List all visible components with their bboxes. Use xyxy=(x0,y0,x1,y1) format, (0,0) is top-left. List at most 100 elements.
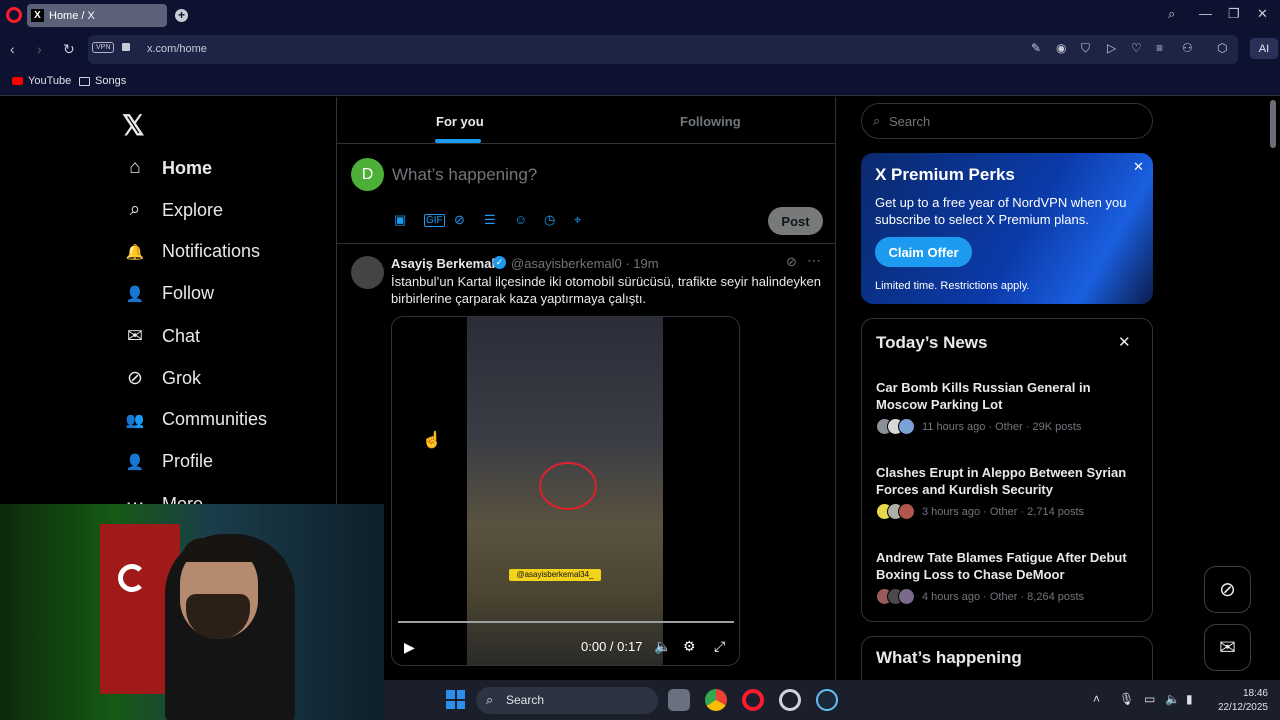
nav-explore[interactable]: ⌕ Explore xyxy=(124,199,223,221)
reload-icon[interactable]: ↻ xyxy=(63,41,75,58)
microphone-icon[interactable]: 🎙 xyxy=(1119,692,1134,706)
premium-title: X Premium Perks xyxy=(875,165,1015,184)
compose-input[interactable]: What’s happening? xyxy=(392,165,537,185)
image-icon[interactable]: ▣ xyxy=(394,212,406,228)
post-button[interactable]: Post xyxy=(768,207,823,235)
highlight-circle xyxy=(539,462,597,510)
news-item-headline[interactable]: Clashes Erupt in Aleppo Between Syrian F… xyxy=(876,464,1144,498)
video-time: 0:00 / 0:17 xyxy=(581,639,643,654)
steam-icon[interactable] xyxy=(816,689,838,711)
tweet-handle[interactable]: @asayisberkemal0 · 19m xyxy=(511,256,659,271)
close-window-icon[interactable]: ✕ xyxy=(1257,6,1268,22)
vpn-badge[interactable]: VPN xyxy=(92,42,115,53)
nav-notifications[interactable]: 🔔 Notifications xyxy=(124,241,260,262)
x-logo-icon[interactable]: 𝕏 xyxy=(122,109,145,142)
nav-home[interactable]: ⌂ Home xyxy=(124,157,212,179)
browser-tab-active[interactable]: X Home / X xyxy=(27,4,167,27)
account-icon[interactable]: ⚇ xyxy=(1182,41,1193,55)
schedule-icon[interactable]: ◷ xyxy=(544,212,555,228)
bookmark-songs[interactable]: Songs xyxy=(79,75,126,87)
battery-icon[interactable]: ▮ xyxy=(1186,692,1193,706)
nav-chat[interactable]: ✉ Chat xyxy=(124,325,200,348)
active-tab-indicator xyxy=(435,139,481,143)
news-item-meta: 3 hours ago · Other · 2,714 posts xyxy=(922,506,1085,518)
back-icon[interactable]: ‹ xyxy=(10,41,15,57)
premium-footer: Limited time. Restrictions apply. xyxy=(875,280,1030,292)
new-tab-button[interactable]: + xyxy=(175,9,188,22)
tweet-avatar[interactable] xyxy=(351,256,384,289)
restore-icon[interactable]: ❐ xyxy=(1228,6,1240,22)
settings-icon[interactable]: ⚙ xyxy=(683,638,696,655)
heart-icon[interactable]: ♡ xyxy=(1131,41,1142,55)
ai-button[interactable]: AI xyxy=(1250,38,1278,59)
claim-offer-button[interactable]: Claim Offer xyxy=(875,237,972,267)
avatar[interactable]: D xyxy=(351,158,384,191)
nav-label: Follow xyxy=(162,283,215,303)
bookmark-youtube[interactable]: YouTube xyxy=(12,75,71,87)
taskbar-search-label[interactable]: Search xyxy=(506,693,544,707)
windows-start-icon[interactable] xyxy=(446,690,465,709)
minimize-icon[interactable]: — xyxy=(1199,6,1212,21)
shield-icon[interactable]: ⛉ xyxy=(1081,41,1090,56)
chrome-icon[interactable] xyxy=(705,689,727,711)
news-item-headline[interactable]: Car Bomb Kills Russian General in Moscow… xyxy=(876,379,1144,413)
whats-happening-title: What’s happening xyxy=(876,648,1022,667)
location-icon[interactable]: ⌖ xyxy=(574,212,581,228)
emoji-icon[interactable]: ☺ xyxy=(514,212,527,227)
gif-icon[interactable]: GIF xyxy=(424,214,445,227)
grok-fab-icon[interactable]: ⊘ xyxy=(1204,566,1251,613)
task-view-icon[interactable] xyxy=(668,689,690,711)
tweet-text: İstanbul’un Kartal ilçesinde iki otomobi… xyxy=(391,274,821,306)
tab-title: Home / X xyxy=(49,9,95,22)
tab-for-you[interactable]: For you xyxy=(436,114,484,129)
more-options-icon[interactable]: ⋯ xyxy=(807,252,821,269)
lock-icon[interactable] xyxy=(122,43,130,51)
nav-communities[interactable]: 👥 Communities xyxy=(124,409,267,430)
messages-fab-icon[interactable]: ✉ xyxy=(1204,624,1251,671)
search-placeholder[interactable]: Search xyxy=(889,114,930,129)
network-icon[interactable]: ▭ xyxy=(1144,692,1155,706)
grok-icon[interactable]: ⊘ xyxy=(454,212,465,228)
grok-explain-icon[interactable]: ⊘ xyxy=(786,254,797,270)
taskbar-search[interactable] xyxy=(476,687,658,714)
close-icon[interactable]: ✕ xyxy=(1118,333,1131,351)
taskbar-clock[interactable]: 18:46 22/12/2025 xyxy=(1210,687,1268,715)
close-icon[interactable]: ✕ xyxy=(1133,159,1144,175)
windows-taskbar: ⌕ Search ˄ 🎙 ▭ 🔈 ▮ 18:46 22/12/2025 xyxy=(384,680,1280,720)
nav-follow[interactable]: 👤 Follow xyxy=(124,283,214,304)
opera-icon[interactable] xyxy=(742,689,764,711)
nav-profile[interactable]: 👤 Profile xyxy=(124,451,213,472)
scrollbar[interactable] xyxy=(1270,100,1276,148)
video-progress-bar[interactable] xyxy=(398,621,734,623)
opera-menu-icon[interactable] xyxy=(6,7,22,23)
news-avatars xyxy=(876,418,918,438)
person-hair xyxy=(182,538,256,562)
camera-icon[interactable]: ◉ xyxy=(1056,41,1066,55)
search-icon: ⌕ xyxy=(486,692,494,707)
folder-icon xyxy=(79,76,90,86)
search-tabs-icon[interactable]: ⌕ xyxy=(1168,6,1175,22)
cube-icon[interactable]: ⬡ xyxy=(1217,41,1227,55)
nav-label: Communities xyxy=(162,409,268,429)
video-player[interactable]: @asayisberkemal34_ ▶ 0:00 / 0:17 🔈 ⚙ ⤢ xyxy=(391,316,740,666)
volume-icon[interactable]: 🔈 xyxy=(1165,692,1180,706)
menu-icon[interactable]: ≡ xyxy=(1156,41,1163,55)
chevron-up-icon[interactable]: ˄ xyxy=(1093,692,1100,706)
timeline-column: For you Following D What’s happening? ▣ … xyxy=(336,97,836,720)
forward-icon[interactable]: › xyxy=(37,41,42,57)
poll-icon[interactable]: ☰ xyxy=(484,212,496,228)
play-icon[interactable]: ▷ xyxy=(1107,41,1116,55)
nav-grok[interactable]: ⊘ Grok xyxy=(124,367,201,390)
tweet-author-name[interactable]: Asayiş Berkemal xyxy=(391,256,495,271)
opera-gx-icon[interactable] xyxy=(779,689,801,711)
x-favicon-icon: X xyxy=(31,9,44,22)
fullscreen-icon[interactable]: ⤢ xyxy=(714,638,725,655)
search-icon: ⌕ xyxy=(129,199,141,220)
play-icon[interactable]: ▶ xyxy=(404,639,415,656)
edit-icon[interactable]: ✎ xyxy=(1031,41,1041,55)
bookmark-label: Songs xyxy=(95,75,127,87)
volume-icon[interactable]: 🔈 xyxy=(654,638,671,655)
news-item-headline[interactable]: Andrew Tate Blames Fatigue After Debut B… xyxy=(876,549,1144,583)
tab-following[interactable]: Following xyxy=(680,114,741,129)
url-text[interactable]: x.com/home xyxy=(147,43,207,55)
